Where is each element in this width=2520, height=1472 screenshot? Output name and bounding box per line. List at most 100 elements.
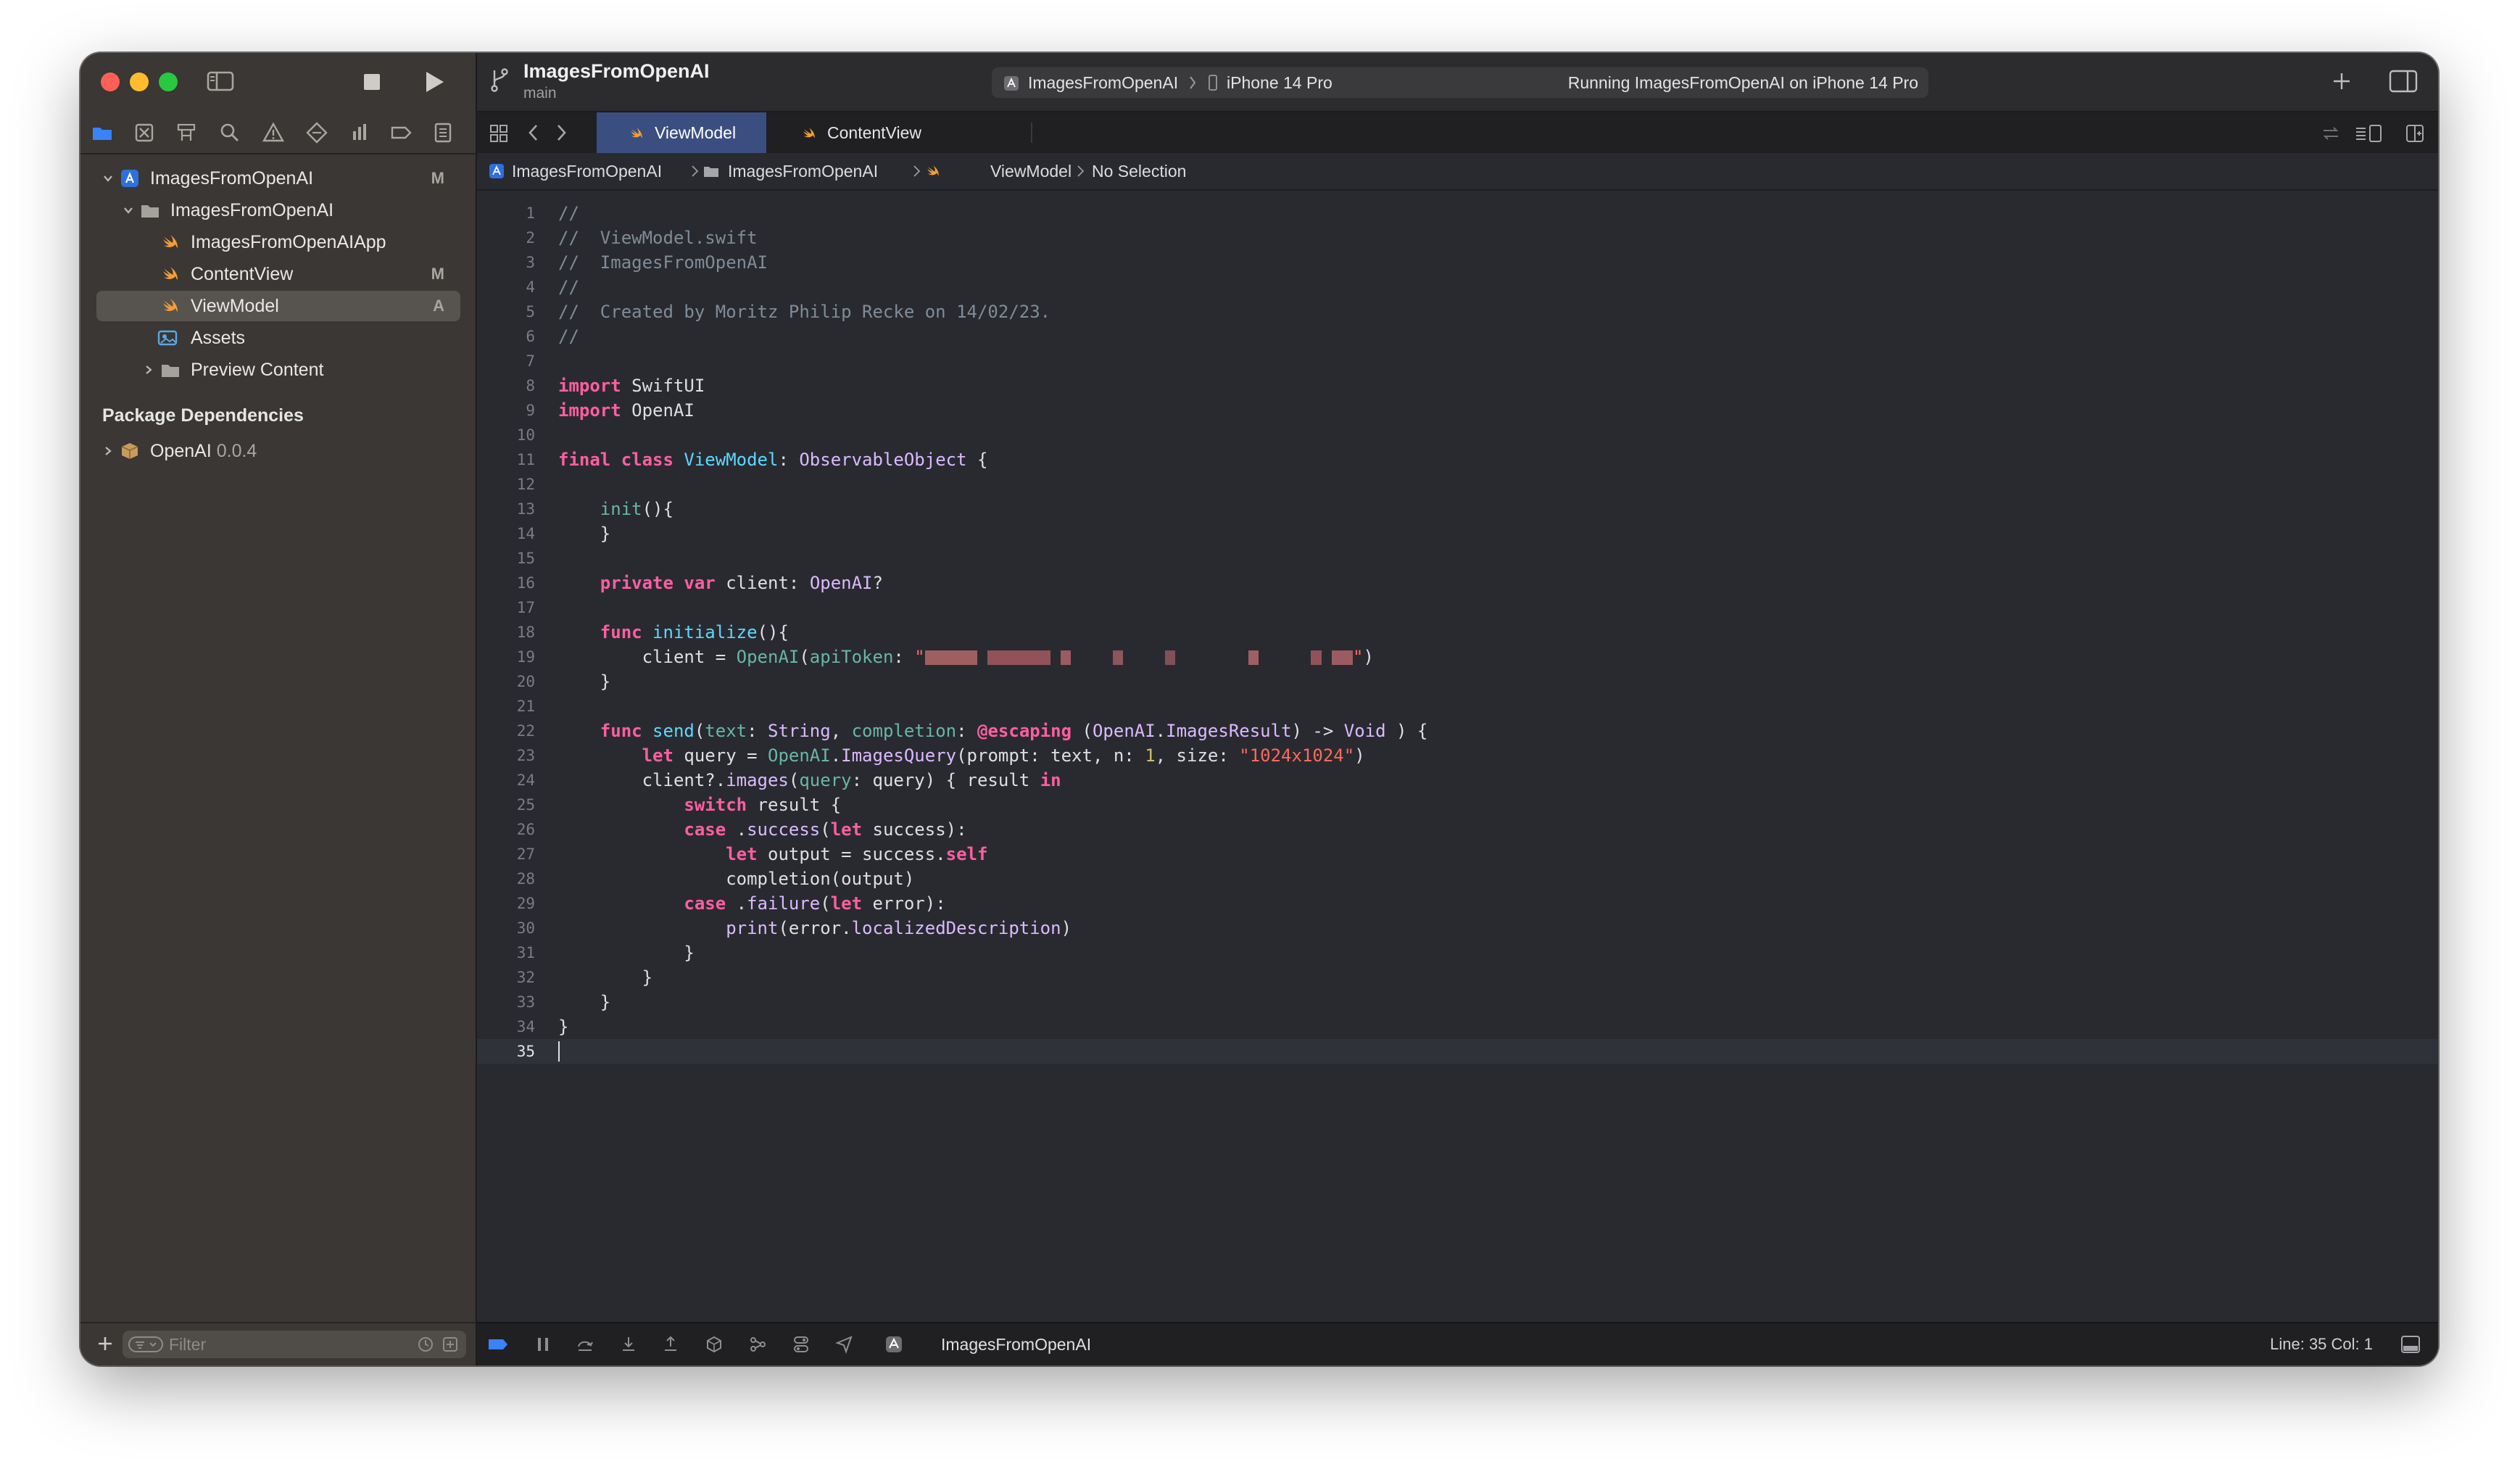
code-line[interactable]: 5 // Created by Moritz Philip Recke on 14… <box>477 299 2438 324</box>
branch-icon[interactable] <box>489 67 510 94</box>
code-line[interactable]: 33 } <box>477 990 2438 1014</box>
filter-input[interactable]: Filter <box>123 1331 466 1358</box>
code-line[interactable]: 34} <box>477 1014 2438 1039</box>
breakpoints-toggle-icon[interactable] <box>487 1335 509 1354</box>
tree-item-group[interactable]: ImagesFromOpenAI <box>96 195 460 226</box>
minimize-window-button[interactable] <box>130 73 149 91</box>
code-line[interactable]: 35 <box>477 1039 2438 1064</box>
code-line[interactable]: 26 case .success(let success): <box>477 817 2438 842</box>
breadcrumb-selection[interactable]: No Selection <box>1092 153 1186 189</box>
code-line[interactable]: 14 } <box>477 521 2438 546</box>
code-line[interactable]: 29 case .failure(let error): <box>477 891 2438 916</box>
library-add-icon[interactable] <box>2331 70 2353 92</box>
code-line[interactable]: 1 // <box>477 201 2438 226</box>
tree-item-project[interactable]: ImagesFromOpenAI M <box>96 163 460 194</box>
code-line[interactable]: 3 // ImagesFromOpenAI <box>477 250 2438 275</box>
debug-navigator-icon[interactable] <box>347 121 370 144</box>
code-line[interactable]: 8 import SwiftUI <box>477 373 2438 398</box>
scheme-selector[interactable]: ImagesFromOpenAI <box>1028 67 1178 98</box>
tree-item-file-selected[interactable]: ViewModel A <box>96 291 460 321</box>
code-line[interactable]: 2 // ViewModel.swift <box>477 226 2438 250</box>
tab-viewmodel[interactable]: ViewModel <box>597 112 766 153</box>
code-line[interactable]: 31 } <box>477 940 2438 965</box>
chevron-right-icon[interactable] <box>554 123 568 143</box>
folder-icon <box>162 365 179 377</box>
code-line[interactable]: 4 // <box>477 275 2438 299</box>
inspector-toggle-icon[interactable] <box>2389 69 2418 94</box>
run-icon[interactable] <box>421 69 447 95</box>
breadcrumb-project[interactable]: ImagesFromOpenAI <box>512 153 662 189</box>
code-line[interactable]: 10 <box>477 423 2438 447</box>
project-navigator-icon[interactable] <box>91 121 114 144</box>
code-text: case .success(let success): <box>684 819 967 840</box>
scheme-app-icon[interactable] <box>1003 75 1019 91</box>
step-over-icon[interactable] <box>576 1335 594 1354</box>
chevron-left-icon[interactable] <box>526 123 541 143</box>
view-hierarchy-icon[interactable] <box>705 1335 724 1354</box>
tab-contentview[interactable]: ContentView <box>769 112 1030 153</box>
code-line[interactable]: 27 let output = success.self <box>477 842 2438 867</box>
code-line[interactable]: 18 func initialize(){ <box>477 620 2438 645</box>
adjust-editor-options-icon[interactable] <box>2354 123 2383 144</box>
step-into-icon[interactable] <box>619 1335 638 1354</box>
code-line[interactable]: 9 import OpenAI <box>477 398 2438 423</box>
code-line[interactable]: 13 init(){ <box>477 497 2438 521</box>
chevron-right-icon[interactable] <box>143 364 154 376</box>
sidebar-toggle-icon[interactable] <box>207 70 234 92</box>
chevron-down-icon[interactable] <box>123 204 134 216</box>
swift-file-icon <box>631 128 642 138</box>
report-navigator-icon[interactable] <box>431 121 455 144</box>
add-icon[interactable] <box>95 1334 115 1354</box>
filter-options-icon[interactable] <box>128 1336 163 1352</box>
related-items-grid-icon[interactable] <box>489 123 509 144</box>
code-line[interactable]: 30 print(error.localizedDescription) <box>477 916 2438 940</box>
tree-item-file[interactable]: ImagesFromOpenAIApp <box>96 227 460 257</box>
environment-overrides-icon[interactable] <box>792 1335 811 1354</box>
code-line[interactable]: 11 final class ViewModel: ObservableObjec… <box>477 447 2438 472</box>
stop-icon[interactable] <box>362 72 382 92</box>
simulate-location-icon[interactable] <box>835 1335 854 1354</box>
split-editor-icon[interactable] <box>2405 123 2425 144</box>
symbol-navigator-icon[interactable] <box>175 121 198 144</box>
code-line[interactable]: 21 <box>477 694 2438 719</box>
source-editor[interactable]: 1 // 2 // ViewModel.swift 3 // ImagesFromOpen… <box>477 191 2438 1322</box>
run-destination-selector[interactable]: iPhone 14 Pro <box>1227 67 1332 98</box>
breadcrumb-group[interactable]: ImagesFromOpenAI <box>728 153 878 189</box>
recent-files-icon[interactable] <box>417 1336 434 1353</box>
code-line[interactable]: 22 func send(text: String, completion: @… <box>477 719 2438 743</box>
chevron-down-icon[interactable] <box>102 173 114 184</box>
zoom-window-button[interactable] <box>159 73 178 91</box>
code-line[interactable]: 17 <box>477 595 2438 620</box>
line-number: 26 <box>516 821 535 838</box>
code-line[interactable]: 32 } <box>477 965 2438 990</box>
code-line[interactable]: 16 private var client: OpenAI? <box>477 571 2438 595</box>
code-line[interactable]: 24 client?.images(query: query) { result… <box>477 768 2438 793</box>
package-item[interactable]: OpenAI 0.0.4 <box>96 436 460 466</box>
scm-filter-icon[interactable] <box>442 1336 459 1353</box>
find-navigator-icon[interactable] <box>218 121 241 144</box>
step-out-icon[interactable] <box>661 1335 680 1354</box>
tree-item-file[interactable]: Assets <box>96 323 460 353</box>
code-line[interactable]: 20 } <box>477 669 2438 694</box>
pause-icon[interactable] <box>534 1335 552 1354</box>
tree-item-file[interactable]: ContentView M <box>96 259 460 289</box>
code-line[interactable]: 7 <box>477 349 2438 373</box>
code-line[interactable]: 25 switch result { <box>477 793 2438 817</box>
memory-graph-icon[interactable] <box>748 1335 767 1354</box>
chevron-right-icon[interactable] <box>102 445 114 457</box>
code-review-icon[interactable] <box>2321 123 2341 144</box>
close-window-button[interactable] <box>101 73 120 91</box>
test-navigator-icon[interactable] <box>305 121 328 144</box>
code-line[interactable]: 23 let query = OpenAI.ImagesQuery(prompt… <box>477 743 2438 768</box>
code-line[interactable]: 12 <box>477 472 2438 497</box>
code-line[interactable]: 6 // <box>477 324 2438 349</box>
issue-navigator-icon[interactable] <box>262 121 285 144</box>
code-line[interactable]: 28 completion(output) <box>477 867 2438 891</box>
code-line[interactable]: 19 client = OpenAI(apiToken: " ") <box>477 645 2438 669</box>
tree-item-group[interactable]: Preview Content <box>96 355 460 385</box>
debug-area-toggle-icon[interactable] <box>2400 1335 2421 1354</box>
breadcrumb-file[interactable]: ViewModel <box>990 153 1072 189</box>
source-control-navigator-icon[interactable] <box>133 121 156 144</box>
breakpoint-navigator-icon[interactable] <box>389 121 413 144</box>
code-line[interactable]: 15 <box>477 546 2438 571</box>
